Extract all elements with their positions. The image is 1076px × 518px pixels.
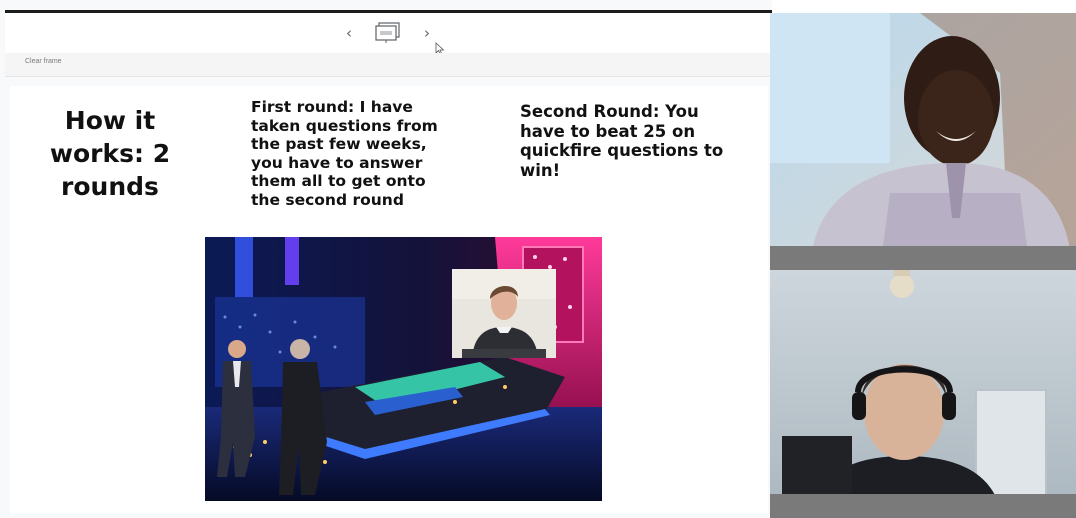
slide-canvas: How it works: 2 rounds First round: I ha… [10,86,768,514]
clear-frame-button[interactable]: Clear frame [25,58,62,65]
slide-title: How it works: 2 rounds [49,106,171,201]
frame-navigation-bar: ‹ › [5,13,772,56]
participant-video-feed [770,13,1076,270]
first-round-text: First round: I have taken questions from… [251,98,438,209]
previous-frame-button[interactable]: ‹ [339,23,359,43]
board-toolbar: Clear frame [5,53,772,77]
second-round-text: Second Round: You have to beat 25 on qui… [520,102,724,180]
participant-name-bar [770,246,1076,270]
frame-thumbnail-icon[interactable] [373,21,403,45]
participant-video-tile[interactable] [770,13,1076,270]
next-frame-button[interactable]: › [417,23,437,43]
participant-video-feed [770,270,1076,518]
participant-name-bar [770,494,1076,518]
screen-share-area: ‹ › Clear frame How it works: 2 rounds F… [0,0,772,518]
presenter-webcam-inset [452,269,556,358]
participant-video-tile[interactable] [770,270,1076,518]
